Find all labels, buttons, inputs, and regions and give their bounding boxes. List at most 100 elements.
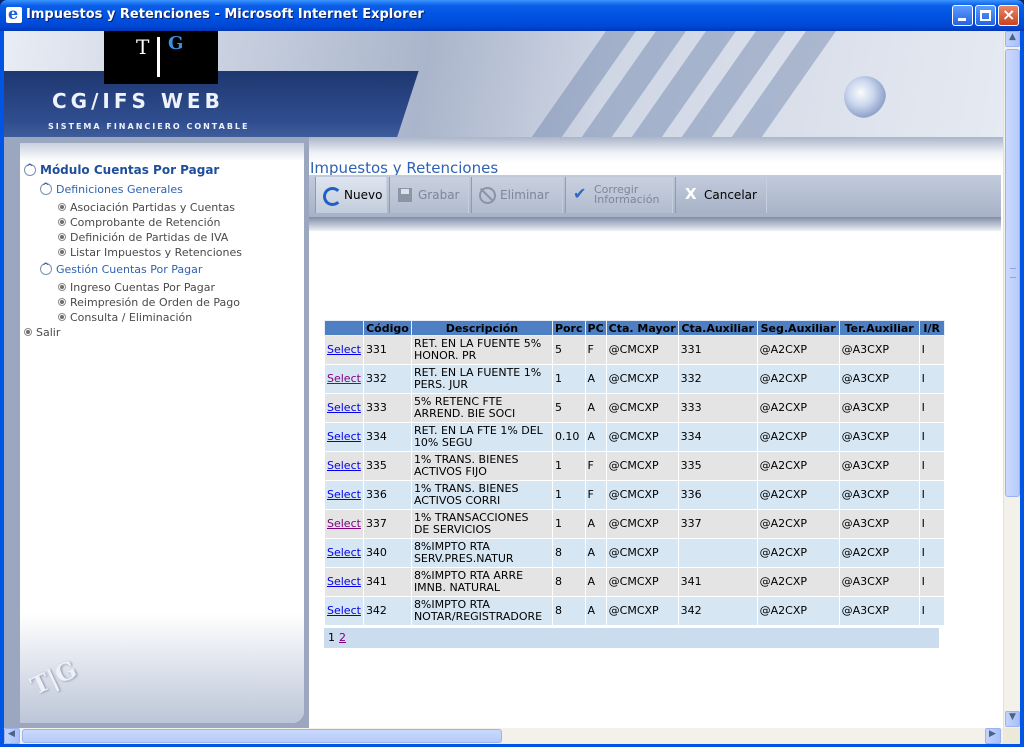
toolbar-shadow: [309, 217, 1001, 231]
delete-button[interactable]: Eliminar: [471, 177, 563, 213]
collapse-icon[interactable]: [40, 262, 52, 275]
close-button[interactable]: ×: [998, 5, 1019, 26]
collapse-icon[interactable]: [40, 182, 52, 195]
watermark-logo: T|G: [26, 654, 82, 701]
scroll-corner: [1003, 728, 1020, 744]
select-link[interactable]: Select: [327, 343, 361, 356]
vertical-scrollbar[interactable]: ▲ ▼: [1003, 31, 1020, 728]
check-icon: [572, 184, 590, 204]
cell-porc: 5: [551, 335, 586, 365]
cell-aux: 332: [677, 364, 758, 394]
cell-pc: A: [584, 538, 607, 568]
select-link[interactable]: Select: [327, 517, 361, 530]
nav-item-asociacion[interactable]: Asociación Partidas y Cuentas: [58, 201, 235, 214]
nav-group-definiciones[interactable]: Definiciones Generales: [40, 182, 183, 196]
scroll-down-button[interactable]: ▼: [1005, 711, 1020, 727]
chevron-up-icon: ▲: [1009, 32, 1016, 42]
desc-line-2: NOTAR/REGISTRADORE: [413, 610, 543, 623]
cell-ter: @A3CXP: [838, 451, 920, 481]
nav-module[interactable]: Módulo Cuentas Por Pagar: [24, 163, 219, 177]
table-row: Select 332 RET. EN LA FUENTE 1% PERS. JUR 1 A…: [324, 364, 945, 394]
desc-line-2: DE SERVICIOS: [413, 523, 492, 536]
nav-group-gestion[interactable]: Gestión Cuentas Por Pagar: [40, 262, 203, 276]
nav-item-ingreso[interactable]: Ingreso Cuentas Por Pagar: [58, 281, 215, 294]
col-porc: Porc: [551, 320, 586, 336]
table-row: Select 341 8%IMPTO RTA ARRE IMNB. NATURAL 8 A…: [324, 567, 945, 597]
col-seg-auxiliar: Seg.Auxiliar: [756, 320, 840, 336]
horizontal-scrollbar[interactable]: ◀ ▶: [4, 728, 1003, 744]
minimize-button[interactable]: [952, 5, 973, 26]
cell-codigo: 331: [362, 335, 412, 365]
cell-aux: 341: [677, 567, 758, 597]
scroll-up-button[interactable]: ▲: [1005, 31, 1020, 47]
cell-ter: @A3CXP: [838, 567, 920, 597]
nav-group-label: Definiciones Generales: [56, 183, 183, 196]
scroll-right-button[interactable]: ▶: [985, 728, 1001, 744]
cell-ir: I: [918, 480, 945, 510]
cancel-button[interactable]: Cancelar: [675, 177, 767, 213]
new-label: Nuevo: [344, 188, 383, 202]
nav-item-reimpresion[interactable]: Reimpresión de Orden de Pago: [58, 296, 240, 309]
minimize-icon: [958, 18, 966, 21]
cell-mayor: @CMCXP: [605, 451, 679, 481]
cell-ter: @A3CXP: [838, 364, 920, 394]
cell-desc: RET. EN LA FUENTE 1% PERS. JUR: [410, 364, 553, 394]
maximize-button[interactable]: [975, 5, 996, 26]
cell-ter: @A3CXP: [838, 393, 920, 423]
select-link[interactable]: Select: [327, 401, 361, 414]
cell-aux: [677, 538, 758, 568]
col-codigo: Código: [362, 320, 412, 336]
pager-page-2[interactable]: 2: [339, 631, 346, 644]
nav-item-label: Asociación Partidas y Cuentas: [70, 201, 236, 214]
cell-ir: I: [918, 422, 945, 452]
select-link[interactable]: Select: [327, 459, 361, 472]
collapse-icon[interactable]: [24, 163, 36, 176]
cell-seg: @A2CXP: [756, 335, 840, 365]
refresh-icon: [322, 186, 342, 206]
cell-pc: A: [584, 596, 607, 626]
fix-info-button[interactable]: CorregirInformación: [565, 177, 673, 213]
bullet-icon: [24, 328, 32, 336]
nav-item-comprobante[interactable]: Comprobante de Retención: [58, 216, 220, 229]
cell-aux: 336: [677, 480, 758, 510]
cell-seg: @A2CXP: [756, 480, 840, 510]
cell-aux: 334: [677, 422, 758, 452]
nav-item-label: Reimpresión de Orden de Pago: [70, 296, 240, 309]
select-link[interactable]: Select: [327, 372, 361, 385]
vertical-scroll-thumb[interactable]: [1005, 49, 1020, 497]
save-button[interactable]: Grabar: [389, 177, 469, 213]
decorative-orb: [844, 76, 886, 118]
cell-ir: I: [918, 509, 945, 539]
nav-item-listar[interactable]: Listar Impuestos y Retenciones: [58, 246, 242, 259]
cell-ir: I: [918, 596, 945, 626]
bullet-icon: [58, 233, 66, 241]
select-link[interactable]: Select: [327, 546, 361, 559]
select-link[interactable]: Select: [327, 575, 361, 588]
save-icon: [396, 186, 414, 204]
col-select: [324, 320, 364, 336]
nav-item-consulta[interactable]: Consulta / Eliminación: [58, 311, 192, 324]
cell-ir: I: [918, 335, 945, 365]
col-descripcion: Descripción: [410, 320, 553, 336]
new-button[interactable]: Nuevo: [315, 177, 387, 213]
title-bar[interactable]: Impuestos y Retenciones - Microsoft Inte…: [0, 0, 1024, 31]
select-link[interactable]: Select: [327, 430, 361, 443]
select-link[interactable]: Select: [327, 604, 361, 617]
col-ter-auxiliar: Ter.Auxiliar: [838, 320, 920, 336]
scroll-left-button[interactable]: ◀: [4, 728, 20, 744]
chevron-down-icon: ▼: [1009, 712, 1016, 722]
logo-divider: [157, 37, 160, 77]
table-row: Select 335 1% TRANS. BIENES ACTIVOS FIJO 1 F @…: [324, 451, 945, 481]
cell-desc: 1% TRANS. BIENES ACTIVOS CORRI: [410, 480, 553, 510]
horizontal-scroll-thumb[interactable]: [22, 729, 502, 743]
cell-seg: @A2CXP: [756, 393, 840, 423]
nav-item-salir[interactable]: Salir: [24, 326, 60, 339]
chevron-right-icon: ▶: [989, 729, 996, 739]
select-link[interactable]: Select: [327, 488, 361, 501]
bullet-icon: [58, 283, 66, 291]
desc-line-2: ARREND. BIE SOCI: [413, 407, 516, 420]
nav-group-label: Gestión Cuentas Por Pagar: [56, 263, 203, 276]
bullet-icon: [58, 203, 66, 211]
cell-ir: I: [918, 364, 945, 394]
nav-item-definicion-iva[interactable]: Definición de Partidas de IVA: [58, 231, 228, 244]
